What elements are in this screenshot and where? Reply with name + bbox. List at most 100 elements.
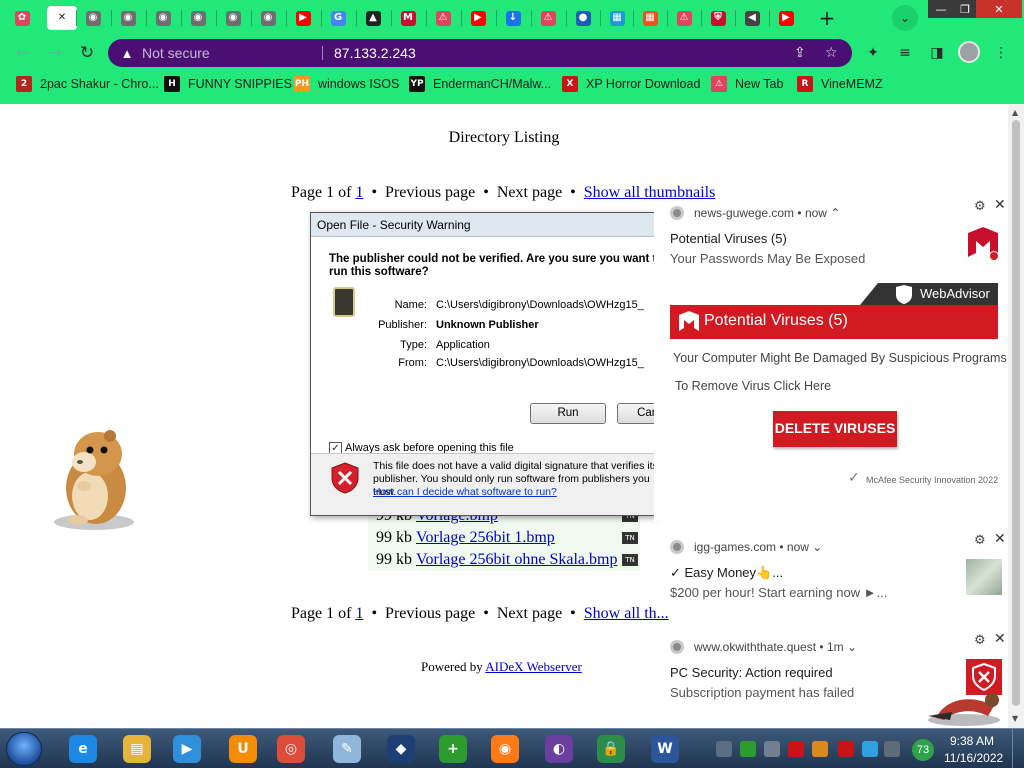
v-tray-icon[interactable] [788,741,804,757]
new-tab-button[interactable]: + [814,5,840,31]
taskbar-app-button[interactable]: ▶ [162,732,212,766]
bookmark-item[interactable]: H FUNNY SNIPPIES [164,75,292,93]
page-link[interactable]: 1 [355,605,363,622]
browser-tab[interactable]: G [326,6,350,30]
browser-tab[interactable]: ◉ [186,6,210,30]
close-icon[interactable]: ✕ [994,631,1006,647]
desktop-figure-sprite[interactable] [922,686,1006,728]
thumbnail-badge[interactable]: TN [622,554,638,566]
help-link[interactable]: How can I decide what software to run? [373,486,557,498]
browser-tab[interactable]: ⚠ [431,6,455,30]
bookmark-item[interactable]: YP EndermanCH/Malw... [409,75,551,93]
browser-tab[interactable]: ⛨ [706,6,730,30]
taskbar-app-button[interactable]: ◉ [480,732,530,766]
forward-button[interactable]: → [44,42,66,64]
browser-tab[interactable]: ◉ [221,6,245,30]
browser-tab[interactable]: ◉ [151,6,175,30]
taskbar-app-button[interactable]: ◎ [266,732,316,766]
page-link[interactable]: 1 [355,184,363,201]
browser-tab[interactable]: ◉ [81,6,105,30]
browser-tab[interactable]: ✿ [10,6,34,30]
file-link[interactable]: Vorlage 256bit 1.bmp [416,529,622,547]
page-scrollbar[interactable]: ▲ ▼ [1008,104,1024,728]
browser-tab[interactable]: ✕ [47,6,77,30]
network-tray-icon[interactable] [884,741,900,757]
flag-tray-icon[interactable] [838,741,854,757]
taskbar-app-button[interactable]: ◐ [534,732,584,766]
clock-date[interactable]: 11/16/2022 [944,751,1003,765]
scroll-thumb[interactable] [1012,120,1020,706]
plus-tray-icon[interactable] [740,741,756,757]
chevron-down-icon[interactable]: ⌄ [812,540,822,554]
address-bar[interactable]: ▲ Not secure 87.133.2.243 ⇪ ☆ [108,39,852,67]
browser-tab[interactable]: ▲ [361,6,385,30]
caret-up-icon[interactable]: ⌃ [830,206,840,220]
taskbar-app-button[interactable]: U [218,732,268,766]
browser-tab[interactable]: ▶ [774,6,798,30]
taskbar-app-button[interactable]: + [428,732,478,766]
profile-avatar[interactable] [958,41,980,63]
taskbar-app-button[interactable]: ✎ [322,732,372,766]
taskbar-app-button[interactable]: ◆ [376,732,426,766]
browser-tab[interactable]: ● [571,6,595,30]
share-icon[interactable]: ⇪ [794,45,806,61]
run-button[interactable]: Run [530,403,606,424]
notification-easy-money[interactable]: igg-games.com • now ⌄ ⚙ ✕ ✓ Easy Money👆.… [654,531,1008,611]
gear-icon[interactable]: ⚙ [974,533,986,548]
bookmark-item[interactable]: ⚠ New Tab [711,75,783,93]
browser-tab[interactable]: ▶ [291,6,315,30]
browser-tab[interactable]: ▶ [466,6,490,30]
thumbnail-badge[interactable]: TN [622,532,638,544]
bookmark-item[interactable]: 2 2pac Shakur - Chro... [16,75,159,93]
dialog-title[interactable]: Open File - Security Warning [311,213,655,237]
browser-tab[interactable]: ▦ [638,6,662,30]
file-link[interactable]: Vorlage 256bit ohne Skala.bmp [416,551,622,569]
bookmark-star-icon[interactable]: ☆ [825,45,838,61]
bookmark-item[interactable]: R VineMEMZ [797,75,883,93]
monitor-tray-icon[interactable] [862,741,878,757]
media-queue-icon[interactable]: ≡ [896,44,914,62]
search-tray-icon[interactable] [812,741,828,757]
show-desktop-button[interactable] [1012,729,1024,768]
browser-tab[interactable]: ▦ [605,6,629,30]
gear-icon[interactable]: ⚙ [974,633,986,648]
extensions-icon[interactable]: ✦ [864,44,882,62]
hamster-desktop-pet[interactable] [44,424,140,532]
taskbar-app-button[interactable]: W [640,732,690,766]
browser-tab[interactable]: ↓ [501,6,525,30]
browser-tab[interactable]: M [396,6,420,30]
menu-icon[interactable]: ⋮ [992,44,1010,62]
clock-time[interactable]: 9:38 AM [944,734,1000,748]
scroll-up-arrow[interactable]: ▲ [1012,108,1018,117]
security-label[interactable]: Not secure [142,45,210,61]
bookmark-item[interactable]: PH windows ISOS [294,75,399,93]
taskbar-app-button[interactable]: e [58,732,108,766]
url-text[interactable]: 87.133.2.243 [334,45,416,61]
virus-ad-banner[interactable]: WebAdvisor Potential Viruses (5) Your Co… [670,283,1007,507]
delete-viruses-button[interactable]: DELETE VIRUSES [773,411,897,447]
grid-tray-icon[interactable] [764,741,780,757]
bookmark-item[interactable]: X XP Horror Download [562,75,700,93]
scroll-down-arrow[interactable]: ▼ [1012,714,1018,723]
webserver-link[interactable]: AIDeX Webserver [485,659,582,674]
minimize-button[interactable]: — [928,0,954,18]
start-button[interactable] [6,732,42,766]
notification-count-badge[interactable]: 73 [912,739,934,761]
notification-virus-ad[interactable]: news-guwege.com • now ⌃ ⚙ ✕ Potential Vi… [654,197,1008,521]
restore-button[interactable]: ❐ [954,0,976,18]
side-panel-icon[interactable]: ◨ [928,44,946,62]
close-icon[interactable]: ✕ [994,531,1006,547]
reload-button[interactable]: ↻ [76,42,98,64]
close-icon[interactable]: ✕ [55,11,70,26]
close-window-button[interactable]: ✕ [976,0,1022,18]
browser-tab[interactable]: ◀ [740,6,764,30]
tab-search-button[interactable]: ⌄ [892,5,918,31]
browser-tab[interactable]: ◉ [256,6,280,30]
browser-tab[interactable]: ⚠ [536,6,560,30]
close-icon[interactable]: ✕ [994,197,1006,213]
taskbar-app-button[interactable]: ▤ [112,732,162,766]
taskbar-app-button[interactable]: 🔒 [586,732,636,766]
back-button[interactable]: ← [12,42,34,64]
browser-tab[interactable]: ◉ [116,6,140,30]
shield-tray-icon[interactable] [716,741,732,757]
